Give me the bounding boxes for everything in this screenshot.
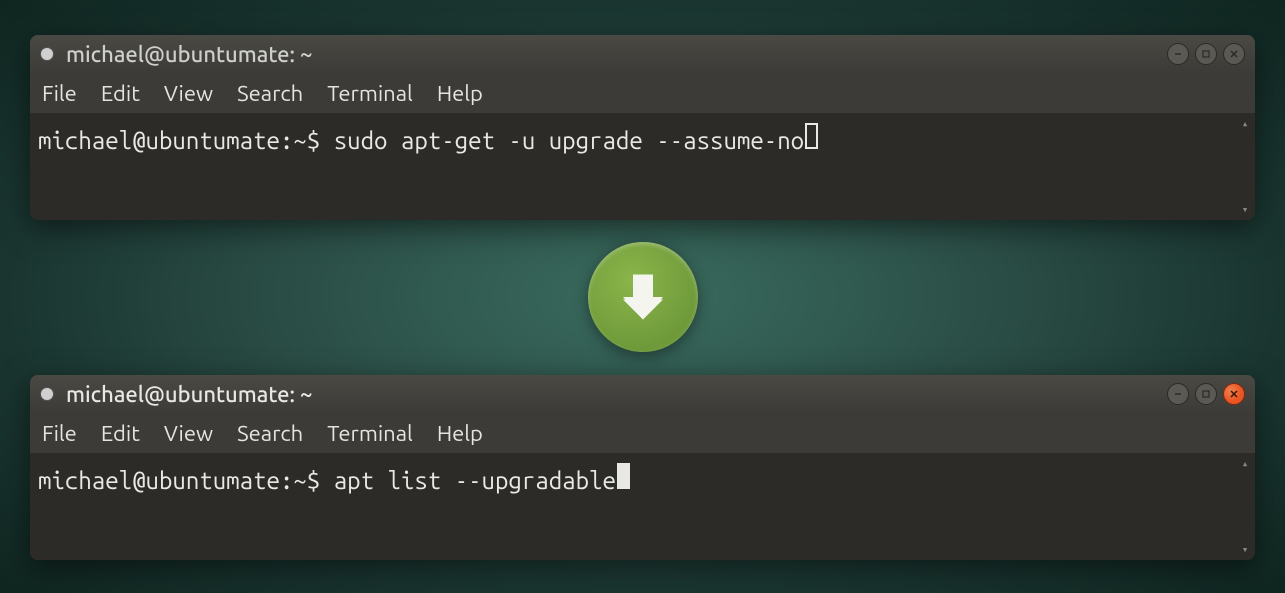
- close-button[interactable]: [1223, 383, 1245, 405]
- window-controls: [1167, 383, 1245, 405]
- terminal-line: michael@ubuntumate:~$ apt list --upgrada…: [38, 463, 630, 494]
- terminal-line: michael@ubuntumate:~$ sudo apt-get -u up…: [38, 123, 818, 154]
- app-icon: [40, 47, 54, 61]
- scroll-down-icon[interactable]: ▾: [1238, 543, 1252, 556]
- scrollbar[interactable]: ▴ ▾: [1238, 117, 1252, 216]
- menubar: File Edit View Search Terminal Help: [30, 73, 1255, 113]
- cursor-icon: [805, 123, 818, 149]
- terminal-window-bottom: michael@ubuntumate: ~ File Edit View Sea…: [30, 375, 1255, 560]
- command-text: apt list --upgradable: [334, 467, 616, 494]
- minimize-button[interactable]: [1167, 383, 1189, 405]
- terminal-body[interactable]: michael@ubuntumate:~$ sudo apt-get -u up…: [30, 113, 1255, 220]
- maximize-icon: [1201, 49, 1211, 59]
- menu-help[interactable]: Help: [437, 81, 483, 106]
- close-icon: [1229, 389, 1239, 399]
- maximize-button[interactable]: [1195, 43, 1217, 65]
- titlebar[interactable]: michael@ubuntumate: ~: [30, 35, 1255, 73]
- menu-edit[interactable]: Edit: [101, 421, 140, 446]
- terminal-body[interactable]: michael@ubuntumate:~$ apt list --upgrada…: [30, 453, 1255, 560]
- menu-terminal[interactable]: Terminal: [327, 421, 413, 446]
- scroll-down-icon[interactable]: ▾: [1238, 203, 1252, 216]
- menubar: File Edit View Search Terminal Help: [30, 413, 1255, 453]
- minimize-icon: [1173, 389, 1183, 399]
- window-title: michael@ubuntumate: ~: [66, 382, 312, 407]
- scroll-up-icon[interactable]: ▴: [1238, 117, 1252, 130]
- prompt: michael@ubuntumate:~$: [38, 127, 334, 154]
- minimize-button[interactable]: [1167, 43, 1189, 65]
- maximize-button[interactable]: [1195, 383, 1217, 405]
- app-icon: [40, 387, 54, 401]
- menu-edit[interactable]: Edit: [101, 81, 140, 106]
- prompt: michael@ubuntumate:~$: [38, 467, 334, 494]
- window-title: michael@ubuntumate: ~: [66, 42, 312, 67]
- terminal-window-top: michael@ubuntumate: ~ File Edit View Sea…: [30, 35, 1255, 220]
- menu-file[interactable]: File: [42, 421, 77, 446]
- maximize-icon: [1201, 389, 1211, 399]
- menu-terminal[interactable]: Terminal: [327, 81, 413, 106]
- minimize-icon: [1173, 49, 1183, 59]
- cursor-icon: [617, 463, 630, 489]
- menu-view[interactable]: View: [164, 421, 213, 446]
- window-controls: [1167, 43, 1245, 65]
- down-arrow-badge: [588, 242, 698, 352]
- menu-search[interactable]: Search: [237, 81, 303, 106]
- arrow-down-icon: [613, 267, 673, 327]
- close-icon: [1229, 49, 1239, 59]
- scroll-up-icon[interactable]: ▴: [1238, 457, 1252, 470]
- menu-help[interactable]: Help: [437, 421, 483, 446]
- menu-search[interactable]: Search: [237, 421, 303, 446]
- scrollbar[interactable]: ▴ ▾: [1238, 457, 1252, 556]
- menu-view[interactable]: View: [164, 81, 213, 106]
- menu-file[interactable]: File: [42, 81, 77, 106]
- close-button[interactable]: [1223, 43, 1245, 65]
- command-text: sudo apt-get -u upgrade --assume-no: [334, 127, 804, 154]
- titlebar[interactable]: michael@ubuntumate: ~: [30, 375, 1255, 413]
